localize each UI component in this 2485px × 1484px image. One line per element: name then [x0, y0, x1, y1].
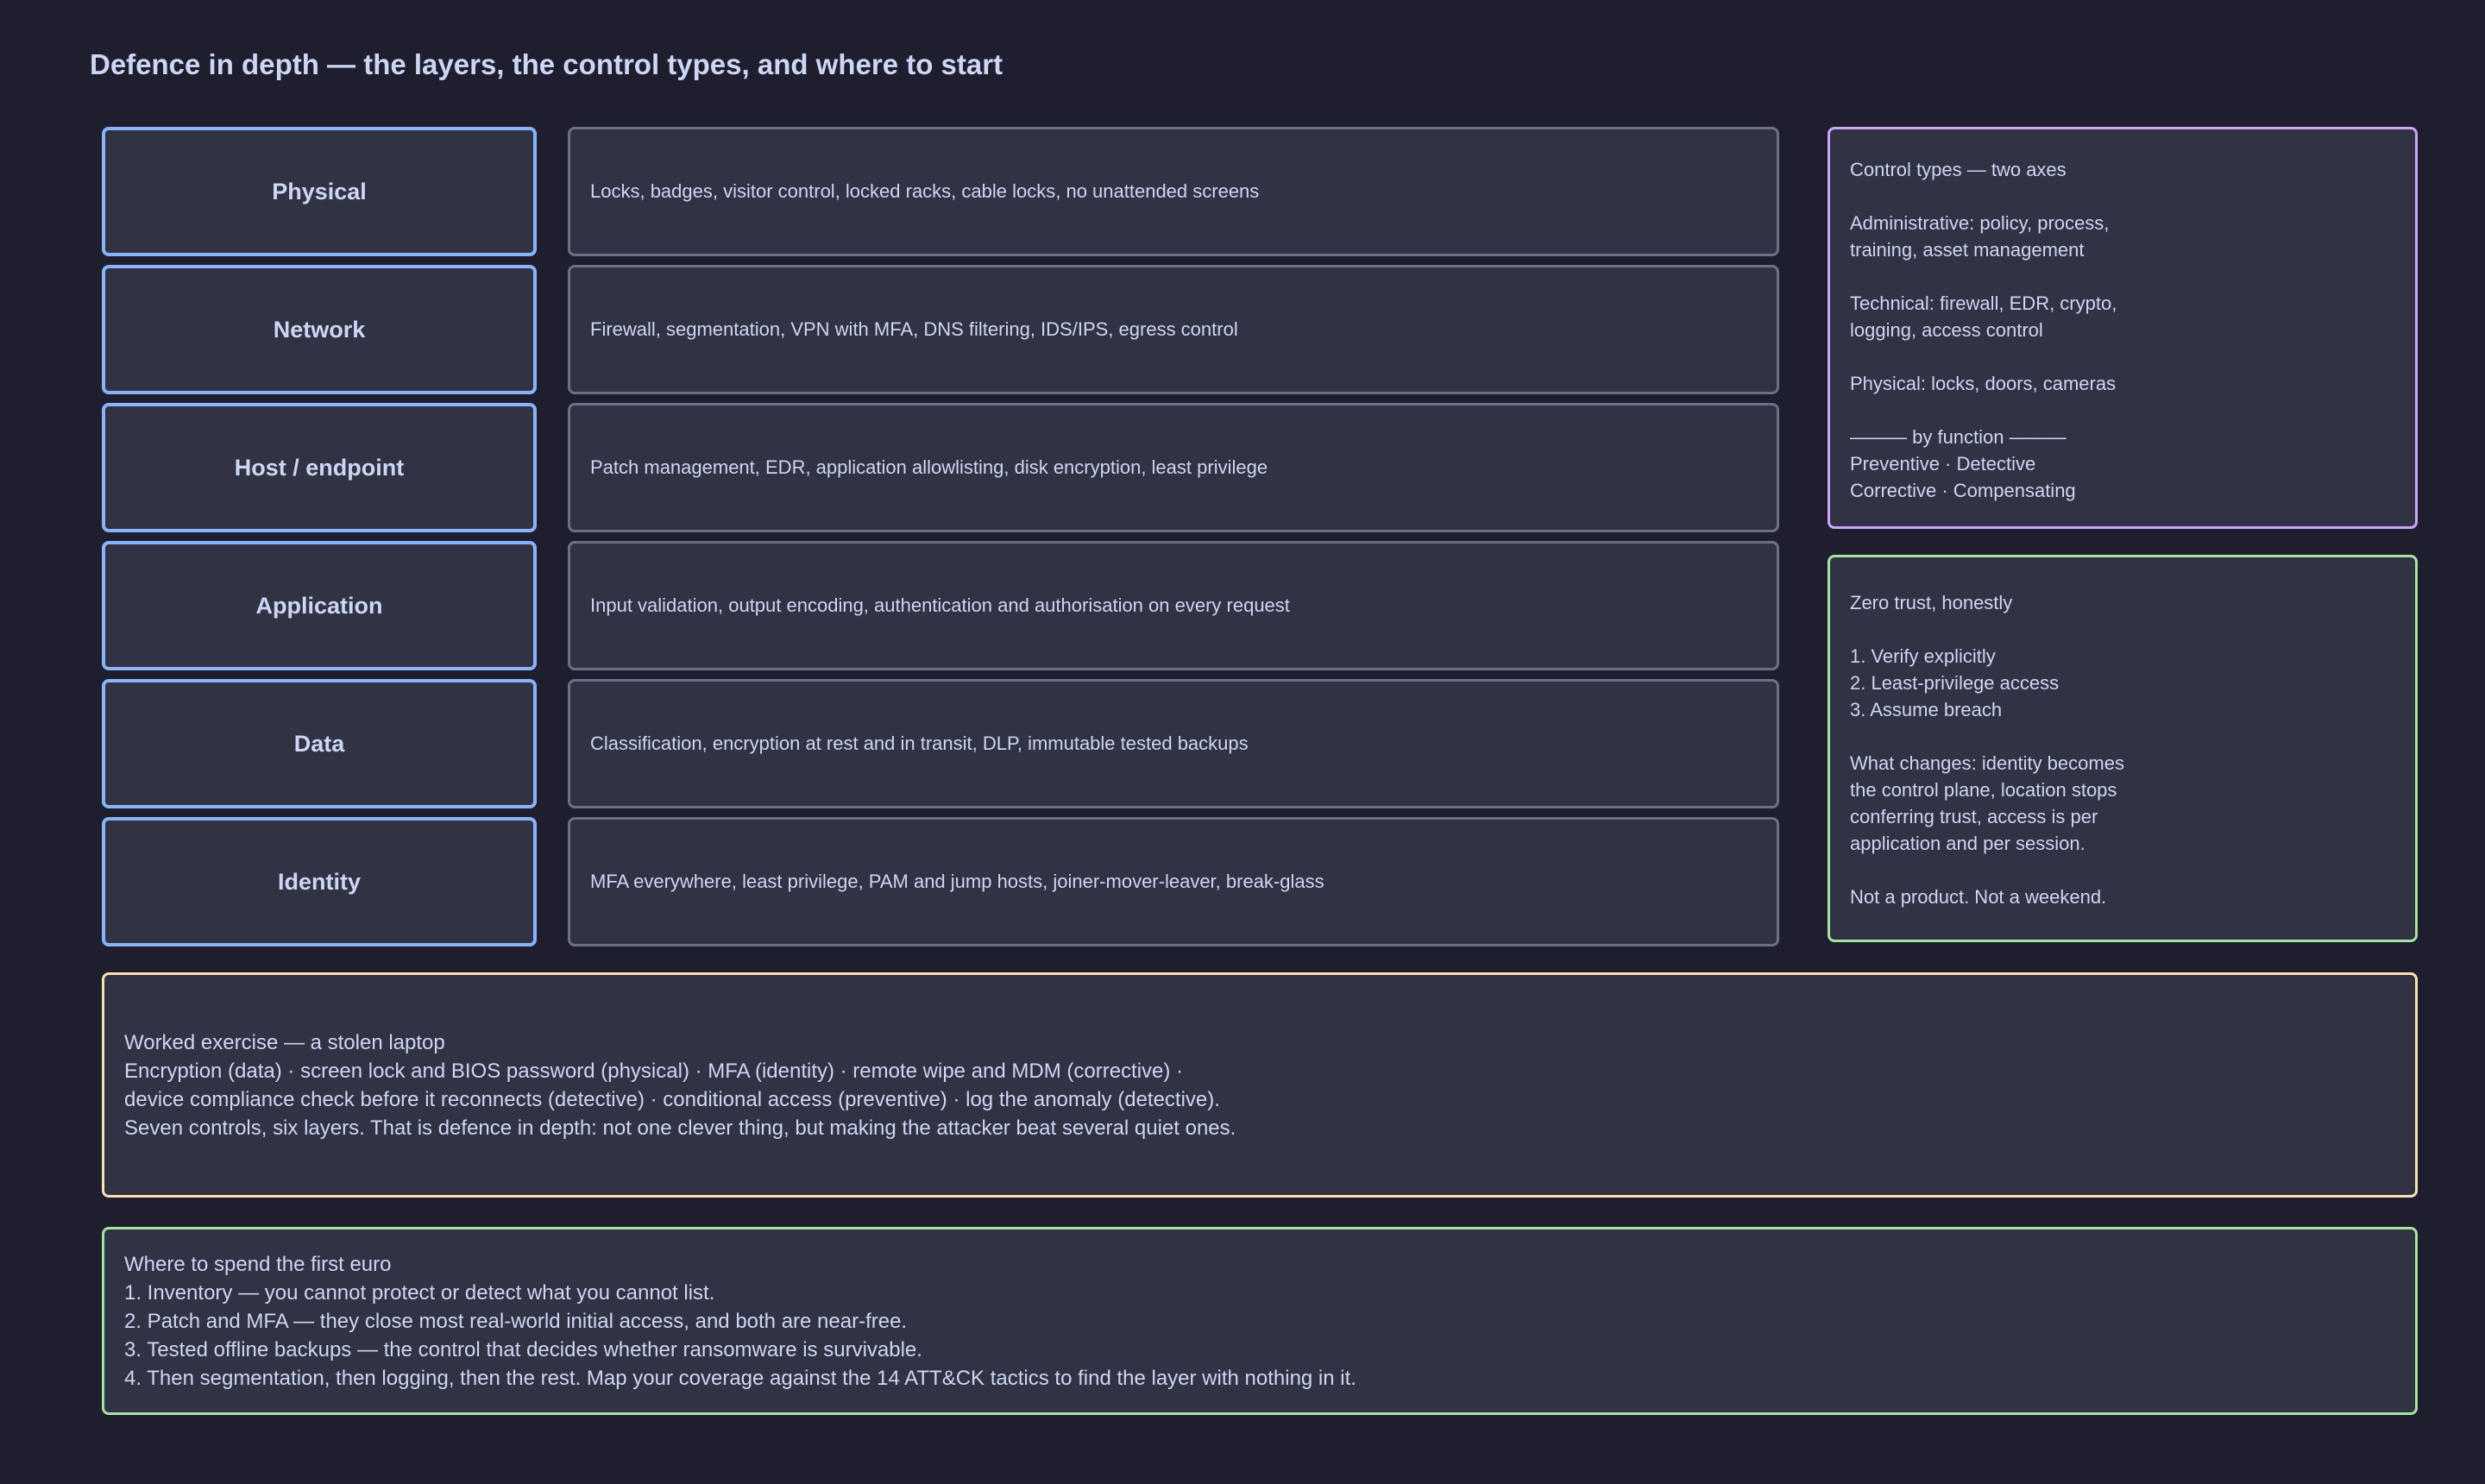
- control-types-line: Administrative: policy, process,: [1850, 212, 2110, 234]
- control-types-line: Technical: firewall, EDR, crypto,: [1850, 292, 2117, 314]
- control-types-line: [1850, 397, 2415, 424]
- zero-trust-line: [1850, 857, 2415, 883]
- zero-trust-line: [1850, 616, 2415, 643]
- layer-controls-identity: MFA everywhere, least privilege, PAM and…: [568, 817, 1779, 946]
- worked-exercise-line: Encryption (data) · screen lock and BIOS…: [124, 1059, 1184, 1083]
- zero-trust-line: the control plane, location stops: [1850, 779, 2117, 801]
- control-types-line: training, asset management: [1850, 239, 2085, 261]
- first-euro-heading: Where to spend the first euro: [124, 1252, 392, 1276]
- layer-controls-data: Classification, encryption at rest and i…: [568, 679, 1779, 808]
- first-euro-item: 4. Then segmentation, then logging, then…: [124, 1366, 1356, 1390]
- zero-trust-heading: Zero trust, honestly: [1850, 592, 2013, 613]
- first-euro-item: 1. Inventory — you cannot protect or det…: [124, 1280, 715, 1305]
- zero-trust-line: [1850, 723, 2415, 750]
- layer-box-physical: Physical: [102, 127, 537, 256]
- layer-box-network: Network: [102, 265, 537, 394]
- control-types-line: Physical: locks, doors, cameras: [1850, 373, 2117, 394]
- first-euro-item: 3. Tested offline backups — the control …: [124, 1337, 922, 1361]
- control-types-line: logging, access control: [1850, 319, 2043, 341]
- zero-trust-line: 3. Assume breach: [1850, 699, 2003, 720]
- zero-trust-line: Not a product. Not a weekend.: [1850, 886, 2107, 908]
- layer-controls-application: Input validation, output encoding, authe…: [568, 541, 1779, 670]
- worked-exercise-line: device compliance check before it reconn…: [124, 1087, 1220, 1111]
- layer-controls-network: Firewall, segmentation, VPN with MFA, DN…: [568, 265, 1779, 394]
- zero-trust-line: 1. Verify explicitly: [1850, 645, 1996, 667]
- control-types-line: ——— by function ———: [1850, 426, 2067, 448]
- first-euro-panel: Where to spend the first euro 1. Invento…: [102, 1227, 2418, 1415]
- layer-box-application: Application: [102, 541, 537, 670]
- worked-exercise-panel: Worked exercise — a stolen laptop Encryp…: [102, 972, 2418, 1198]
- control-types-panel: Control types — two axes Administrative:…: [1828, 127, 2418, 529]
- control-types-line: Corrective · Compensating: [1850, 480, 2076, 501]
- first-euro-item: 2. Patch and MFA — they close most real-…: [124, 1309, 908, 1333]
- worked-exercise-heading: Worked exercise — a stolen laptop: [124, 1030, 445, 1054]
- layer-box-identity: Identity: [102, 817, 537, 946]
- page-title: Defence in depth — the layers, the contr…: [90, 48, 1003, 80]
- layer-box-data: Data: [102, 679, 537, 808]
- zero-trust-line: conferring trust, access is per: [1850, 806, 2098, 827]
- zero-trust-panel: Zero trust, honestly 1. Verify explicitl…: [1828, 555, 2418, 942]
- worked-exercise-line: Seven controls, six layers. That is defe…: [124, 1116, 1236, 1140]
- control-types-line: [1850, 183, 2415, 210]
- zero-trust-line: 2. Least-privilege access: [1850, 672, 2060, 694]
- control-types-line: [1850, 343, 2415, 370]
- layer-controls-physical: Locks, badges, visitor control, locked r…: [568, 127, 1779, 256]
- layer-box-host-endpoint: Host / endpoint: [102, 403, 537, 532]
- control-types-line: [1850, 263, 2415, 290]
- layer-controls-host-endpoint: Patch management, EDR, application allow…: [568, 403, 1779, 532]
- control-types-heading: Control types — two axes: [1850, 159, 2067, 180]
- zero-trust-line: What changes: identity becomes: [1850, 752, 2124, 774]
- control-types-line: Preventive · Detective: [1850, 453, 2036, 475]
- zero-trust-line: application and per session.: [1850, 833, 2086, 854]
